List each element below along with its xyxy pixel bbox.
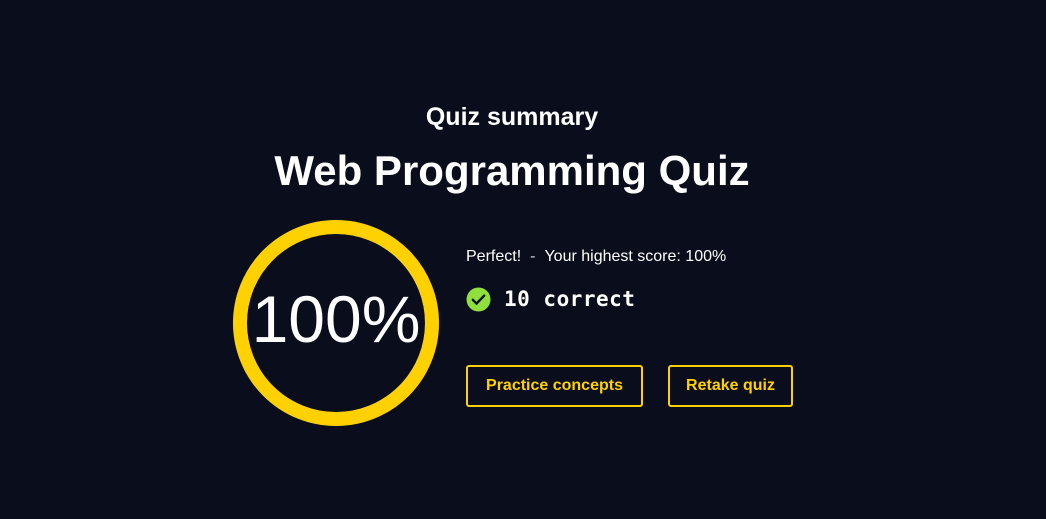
- result-status: Perfect!: [466, 248, 522, 265]
- quiz-title: Web Programming Quiz: [274, 147, 750, 194]
- score-ring: 100%: [232, 219, 440, 427]
- result-separator: -: [530, 248, 536, 265]
- correct-count: 10 correct: [504, 287, 636, 311]
- check-circle-icon: [466, 287, 491, 312]
- retake-quiz-button[interactable]: Retake quiz: [668, 365, 793, 407]
- score-percent: 100%: [251, 282, 421, 356]
- correct-count-row: 10 correct: [466, 286, 635, 312]
- quiz-summary-label: Quiz summary: [425, 103, 599, 131]
- highest-score: Your highest score: 100%: [544, 248, 727, 265]
- practice-concepts-button[interactable]: Practice concepts: [466, 365, 643, 407]
- result-summary: Perfect! - Your highest score: 100%: [466, 247, 726, 267]
